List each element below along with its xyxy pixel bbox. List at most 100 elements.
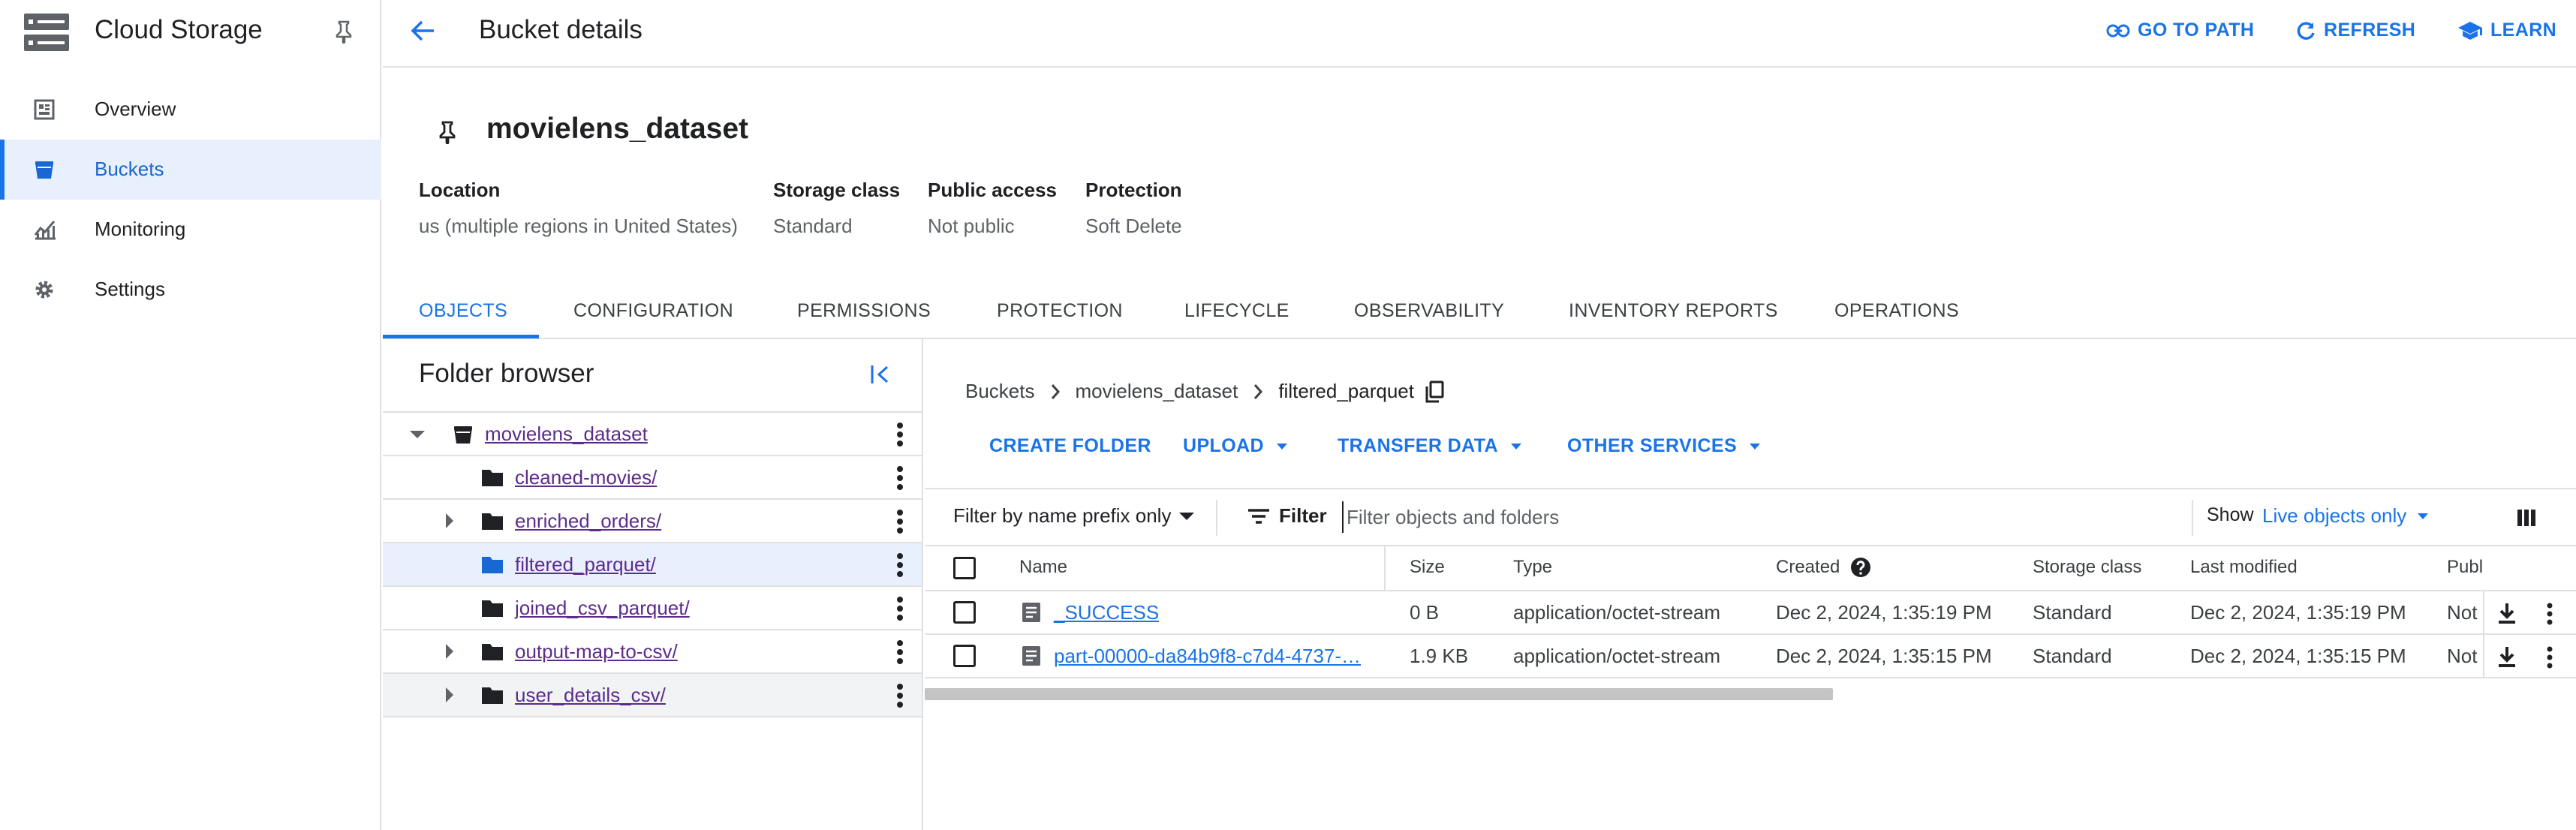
other-services-button[interactable]: OTHER SERVICES	[1567, 435, 1761, 457]
page-title: Bucket details	[479, 15, 642, 44]
folder-row[interactable]: output-map-to-csv/	[383, 630, 922, 674]
filter-button[interactable]: Filter	[1247, 504, 1327, 528]
bucket-pin-icon[interactable]	[437, 120, 458, 144]
folder-row[interactable]: joined_csv_parquet/	[383, 587, 922, 630]
folder-link[interactable]: joined_csv_parquet/	[515, 597, 690, 620]
nav-item-buckets[interactable]: Buckets	[0, 140, 381, 200]
protection-label: Protection	[1085, 179, 1182, 201]
folder-row[interactable]: user_details_csv/	[383, 674, 922, 717]
nav-item-monitoring[interactable]: Monitoring	[0, 200, 381, 260]
expand-arrow-icon[interactable]	[444, 642, 455, 660]
transfer-data-button[interactable]: TRANSFER DATA	[1338, 435, 1522, 457]
nav-label: Monitoring	[95, 218, 186, 240]
more-vert-icon[interactable]	[896, 422, 904, 447]
object-last-modified: Dec 2, 2024, 1:35:19 PM	[2190, 601, 2406, 624]
column-header-label: Storage class	[2033, 557, 2142, 577]
folder-row[interactable]: enriched_orders/	[383, 500, 922, 543]
nav-item-settings[interactable]: Settings	[0, 260, 381, 320]
tab-operations[interactable]: OPERATIONS	[1834, 300, 1959, 322]
column-header-name[interactable]: Name	[1019, 557, 1067, 578]
file-icon	[1021, 645, 1042, 667]
tab-permissions[interactable]: PERMISSIONS	[797, 300, 931, 322]
active-tab-indicator	[383, 335, 539, 338]
back-arrow-icon[interactable]	[408, 17, 437, 45]
filter-mode-dropdown[interactable]: Filter by name prefix only	[953, 504, 1195, 528]
folder-row[interactable]: cleaned-movies/	[383, 456, 922, 500]
more-vert-icon[interactable]	[896, 596, 904, 621]
download-icon[interactable]	[2496, 645, 2517, 668]
folder-link[interactable]: cleaned-movies/	[515, 466, 657, 489]
select-all-checkbox[interactable]	[953, 557, 976, 579]
caret-down-icon	[1171, 512, 1195, 521]
expand-arrow-icon[interactable]	[444, 512, 455, 530]
tab-observability[interactable]: OBSERVABILITY	[1354, 300, 1504, 322]
collapse-panel-icon[interactable]	[869, 363, 892, 386]
show-objects-dropdown[interactable]: Live objects only	[2262, 504, 2429, 528]
object-type: application/octet-stream	[1513, 601, 1721, 624]
column-header-storage-class[interactable]: Storage class	[2033, 557, 2141, 578]
column-header-created[interactable]: Created	[1776, 557, 1871, 578]
create-folder-button[interactable]: CREATE FOLDER	[989, 435, 1151, 457]
row-checkbox[interactable]	[953, 601, 976, 624]
object-type: application/octet-stream	[1513, 645, 1721, 667]
column-header-public[interactable]: Publ	[2447, 557, 2483, 578]
more-vert-icon[interactable]	[2546, 645, 2553, 669]
folder-row-selected[interactable]: filtered_parquet/	[383, 543, 922, 587]
more-vert-icon[interactable]	[896, 639, 904, 665]
collapse-arrow-icon[interactable]	[408, 429, 426, 440]
folder-row-root[interactable]: movielens_dataset	[383, 413, 922, 456]
object-created: Dec 2, 2024, 1:35:19 PM	[1776, 601, 1992, 624]
tab-objects[interactable]: OBJECTS	[419, 300, 507, 322]
column-header-type[interactable]: Type	[1513, 557, 1552, 578]
nav-item-overview[interactable]: Overview	[0, 80, 381, 140]
breadcrumb-buckets[interactable]: Buckets	[965, 380, 1035, 403]
column-header-label: Publ	[2447, 557, 2484, 577]
row-checkbox[interactable]	[953, 645, 976, 667]
help-icon[interactable]	[1840, 557, 1871, 578]
object-name-link[interactable]: _SUCCESS	[1054, 601, 1159, 624]
learn-button[interactable]: LEARN	[2457, 20, 2556, 41]
folder-link[interactable]: movielens_dataset	[485, 423, 648, 446]
tab-protection[interactable]: PROTECTION	[997, 300, 1123, 322]
column-resizer[interactable]	[1384, 546, 1386, 590]
refresh-button[interactable]: REFRESH	[2295, 20, 2415, 41]
column-header-last-modified[interactable]: Last modified	[2190, 557, 2298, 578]
copy-icon[interactable]	[1425, 380, 1444, 403]
upload-button[interactable]: UPLOAD	[1183, 435, 1288, 457]
pin-icon[interactable]	[333, 20, 354, 44]
scrollbar-thumb[interactable]	[925, 688, 1833, 700]
folder-link[interactable]: output-map-to-csv/	[515, 640, 678, 663]
more-vert-icon[interactable]	[896, 509, 904, 534]
more-vert-icon[interactable]	[2546, 602, 2553, 626]
column-header-size[interactable]: Size	[1410, 557, 1445, 578]
more-vert-icon[interactable]	[896, 552, 904, 578]
nav-label: Buckets	[95, 158, 164, 180]
breadcrumb-bucket[interactable]: movielens_dataset	[1076, 380, 1238, 403]
dashboard-icon	[33, 98, 56, 121]
table-row[interactable]: _SUCCESS 0 B application/octet-stream De…	[925, 591, 2576, 635]
tab-configuration[interactable]: CONFIGURATION	[573, 300, 733, 322]
filter-input[interactable]	[1342, 501, 2168, 533]
nav-label: Settings	[95, 278, 165, 300]
folder-link[interactable]: user_details_csv/	[515, 684, 666, 707]
object-name-link[interactable]: part-00000-da84b9f8-c7d4-4737-…	[1054, 645, 1361, 668]
object-size: 0 B	[1410, 601, 1440, 624]
table-row[interactable]: part-00000-da84b9f8-c7d4-4737-… 1.9 KB a…	[925, 635, 2576, 678]
other-services-label: OTHER SERVICES	[1567, 435, 1738, 456]
tab-lifecycle[interactable]: LIFECYCLE	[1184, 300, 1290, 322]
download-icon[interactable]	[2496, 602, 2517, 624]
more-vert-icon[interactable]	[896, 465, 904, 491]
tab-inventory-reports[interactable]: INVENTORY REPORTS	[1569, 300, 1778, 322]
column-header-label: Created	[1776, 557, 1840, 577]
go-to-path-button[interactable]: GO TO PATH	[2106, 20, 2254, 41]
column-display-icon[interactable]	[2516, 507, 2537, 528]
column-header-label: Size	[1410, 557, 1445, 577]
caret-down-icon	[2406, 513, 2429, 520]
folder-link[interactable]: filtered_parquet/	[515, 553, 656, 576]
folder-link[interactable]: enriched_orders/	[515, 510, 661, 533]
more-vert-icon[interactable]	[896, 683, 904, 708]
bucket-icon	[452, 423, 474, 446]
horizontal-scrollbar[interactable]	[925, 686, 2576, 702]
file-icon	[1021, 601, 1042, 624]
expand-arrow-icon[interactable]	[444, 686, 455, 704]
